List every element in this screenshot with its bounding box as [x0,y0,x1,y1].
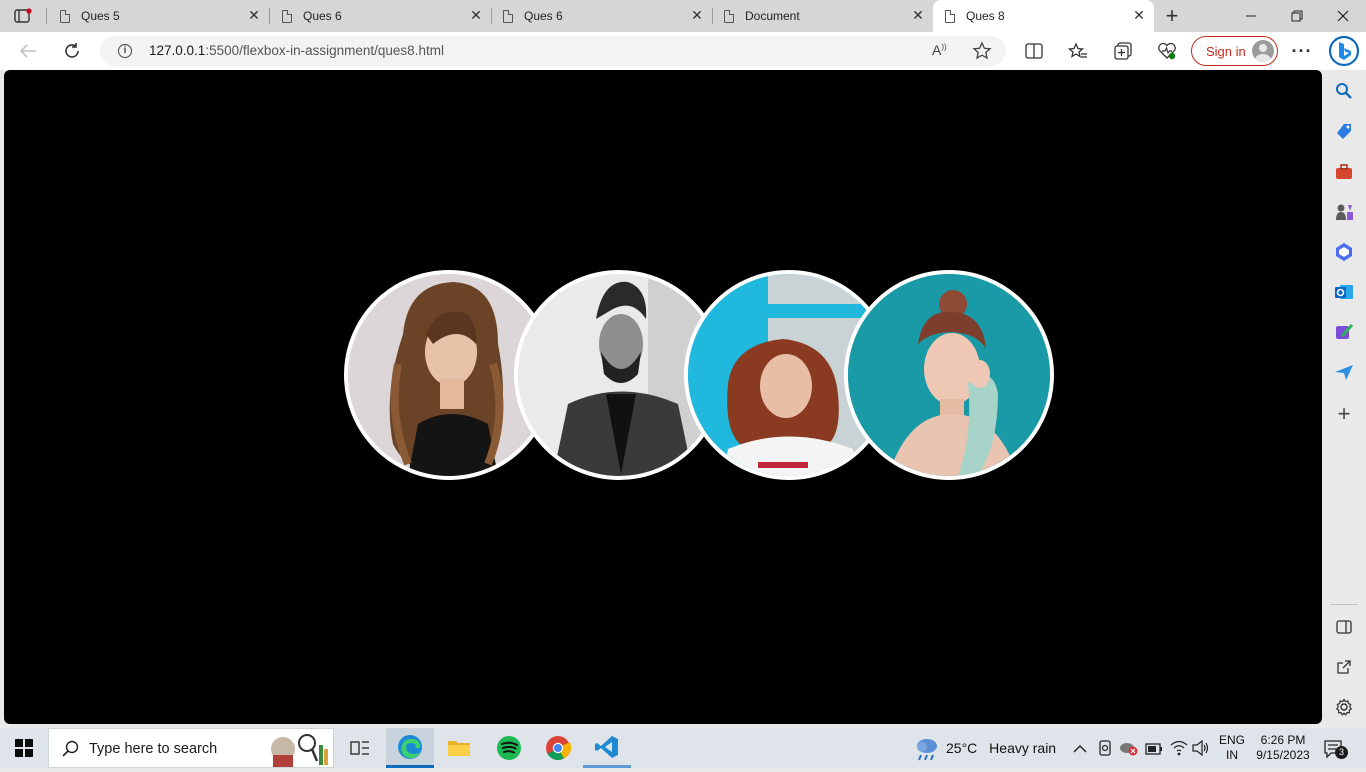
language-indicator[interactable]: ENG IN [1219,733,1245,763]
add-sidebar-app-icon[interactable]: + [1334,403,1354,425]
page-icon [503,9,513,23]
portrait-photo-4 [844,270,1054,480]
wifi-icon[interactable] [1170,740,1188,761]
collections-icon[interactable] [1110,39,1136,63]
tab-ques8[interactable]: Ques 8 ✕ [933,0,1154,32]
favorite-star-icon[interactable] [972,41,992,66]
read-aloud-icon[interactable]: A)) [932,42,952,60]
camera-icon[interactable] [1098,740,1112,761]
chevron-up-icon[interactable] [1073,741,1087,759]
search-highlight-icon [265,731,331,772]
weather-icon[interactable] [914,737,940,766]
refresh-icon[interactable] [59,39,85,63]
tab-ques6-2[interactable]: Ques 6 ✕ [491,0,713,32]
onedrive-error-icon[interactable] [1119,740,1139,761]
sign-in-button[interactable]: Sign in [1191,36,1278,66]
tab-actions-icon[interactable] [14,8,32,24]
tab-title: Ques 8 [966,9,1005,23]
battery-icon[interactable] [1145,742,1163,760]
page-icon [282,9,292,23]
hide-sidebar-icon[interactable] [1336,620,1352,639]
clock[interactable]: 6:26 PM 9/15/2023 [1254,733,1312,763]
spotify-icon[interactable] [485,728,533,768]
tab-title: Document [745,9,800,23]
microsoft365-icon[interactable] [1334,242,1354,262]
notification-badge: 3 [1335,746,1348,759]
close-icon[interactable]: ✕ [690,8,704,22]
url-path: :5500/flexbox-in-assignment/ques8.html [205,43,444,58]
language-code: ENG [1219,733,1246,747]
copilot-icon[interactable] [1328,35,1360,72]
close-icon[interactable]: ✕ [1132,8,1146,22]
vscode-icon[interactable] [583,728,631,768]
search-placeholder: Type here to search [89,741,218,757]
windows-taskbar: Type here to search 25°C Heavy rain ENG … [0,728,1366,768]
tab-title: Ques 6 [303,9,342,23]
notifications-icon[interactable]: 3 [1324,739,1348,764]
tab-title: Ques 5 [81,9,120,23]
designer-icon[interactable] [1334,322,1354,342]
address-bar-row: i 127.0.0.1:5500/flexbox-in-assignment/q… [0,32,1366,70]
more-options-icon[interactable]: ··· [1289,39,1315,63]
page-icon [945,9,955,23]
task-view-icon[interactable] [336,728,384,768]
new-tab-button[interactable]: + [1160,4,1184,28]
games-icon[interactable] [1334,202,1354,222]
tab-title: Ques 6 [524,9,563,23]
tools-icon[interactable] [1334,162,1354,182]
info-icon[interactable]: i [118,44,132,58]
region-code: IN [1226,748,1238,762]
back-arrow-icon[interactable] [15,39,41,63]
url-text: 127.0.0.1:5500/flexbox-in-assignment/que… [149,43,444,58]
settings-gear-icon[interactable] [1335,698,1353,721]
taskbar-search-input[interactable]: Type here to search [48,728,334,768]
sign-in-label: Sign in [1206,43,1246,59]
page-icon [724,9,734,23]
search-icon [62,740,80,763]
windows-start-icon[interactable] [0,728,48,768]
close-icon[interactable]: ✕ [469,8,483,22]
tab-ques5[interactable]: Ques 5 ✕ [48,0,270,32]
tab-document[interactable]: Document ✕ [712,0,933,32]
weather-temp: 25°C [946,740,978,756]
favorites-icon[interactable] [1065,39,1091,63]
send-icon[interactable] [1334,362,1354,382]
edge-taskbar-icon[interactable] [386,728,434,768]
external-link-icon[interactable] [1336,659,1352,680]
close-icon[interactable]: ✕ [911,8,925,22]
split-screen-icon[interactable] [1021,39,1047,63]
restore-button[interactable] [1274,0,1320,32]
weather-condition: Heavy rain [989,740,1057,756]
file-explorer-icon[interactable] [435,728,483,768]
url-field[interactable]: i 127.0.0.1:5500/flexbox-in-assignment/q… [100,36,1006,66]
clock-time: 6:26 PM [1260,733,1306,747]
search-icon[interactable] [1335,82,1353,105]
shopping-tag-icon[interactable] [1334,122,1354,142]
avatar [1252,40,1274,62]
page-icon [60,9,70,23]
close-window-button[interactable] [1320,0,1366,32]
weather-widget[interactable]: 25°C Heavy rain [946,740,1056,756]
clock-date: 9/15/2023 [1256,748,1310,762]
url-host: 127.0.0.1 [149,43,206,58]
browser-essentials-icon[interactable] [1154,39,1180,63]
close-icon[interactable]: ✕ [247,8,261,22]
outlook-icon[interactable] [1334,282,1354,302]
edge-sidebar: + [1322,70,1366,724]
chrome-icon[interactable] [534,728,582,768]
tab-bar: Ques 5 ✕ Ques 6 ✕ Ques 6 ✕ Document ✕ Qu… [0,0,1366,32]
page-viewport [4,70,1322,724]
volume-icon[interactable] [1192,739,1210,761]
minimize-button[interactable] [1228,0,1274,32]
tab-ques6[interactable]: Ques 6 ✕ [270,0,492,32]
